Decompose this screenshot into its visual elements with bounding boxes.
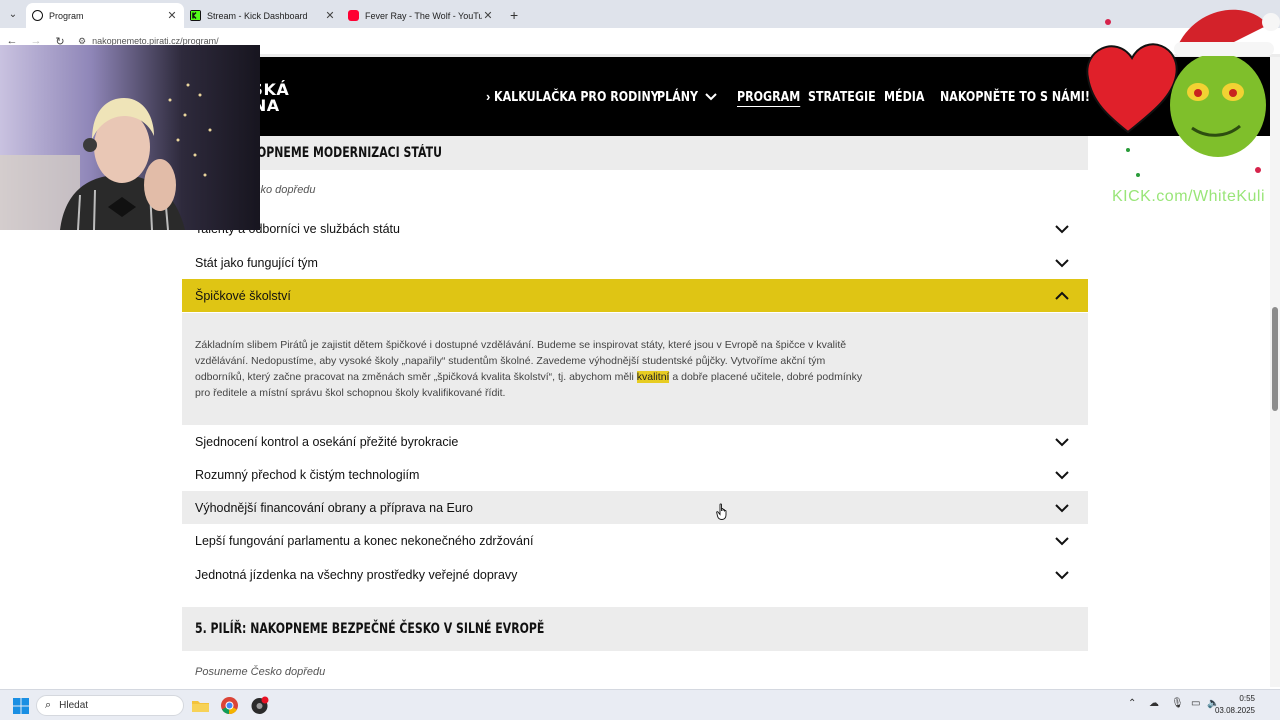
accordion-item-label: Špičkové školství: [195, 288, 291, 303]
tab-search-dropdown-icon[interactable]: ⌄: [0, 0, 26, 28]
accordion-item-team[interactable]: Stát jako fungující tým: [182, 246, 1088, 279]
panel-text-highlight: kvalitní: [636, 371, 670, 383]
section-5-title: 5. PILÍŘ: NAKOPNEME BEZPEČNÉ ČESKO V SIL…: [195, 621, 545, 637]
windows-start-icon[interactable]: [13, 698, 29, 714]
accordion-item-label: Rozumný přechod k čistým technologiím: [195, 467, 420, 482]
nav-plans[interactable]: PLÁNY: [657, 57, 717, 136]
chrome-icon[interactable]: [220, 696, 239, 715]
youtube-favicon-icon: [348, 10, 359, 21]
accordion-panel-text: Základním slibem Pirátů je zajistit děte…: [195, 337, 867, 401]
microphone-icon[interactable]: 🎙: [1171, 698, 1184, 709]
onedrive-cloud-icon[interactable]: ☁: [1149, 698, 1159, 709]
tab-youtube[interactable]: Fever Ray - The Wolf - YouTube ✕: [342, 3, 500, 28]
section-5-subtitle: Posuneme Česko dopředu: [195, 666, 326, 678]
nav-plans-label: PLÁNY: [657, 88, 699, 105]
section-4-title: OPNEME MODERNIZACI STÁTU: [257, 145, 442, 161]
accordion-item-label: Sjednocení kontrol a osekání přežité byr…: [195, 434, 459, 449]
taskbar-clock[interactable]: 0:55 03.08.2025: [1215, 693, 1255, 717]
nav-strategy-label: STRATEGIE: [808, 88, 876, 105]
webcam-overlay: [0, 45, 260, 230]
chevron-down-icon: [705, 92, 717, 100]
chevron-down-icon: [1055, 504, 1069, 513]
grinch-sticker-overlay: [1086, 9, 1280, 177]
page-scrollbar-thumb[interactable]: [1272, 307, 1278, 411]
close-tab-icon[interactable]: ✕: [482, 9, 494, 22]
tab-title: Stream - Kick Dashboard: [207, 10, 308, 21]
accordion-item-label: Jednotná jízdenka na všechny prostředky …: [195, 567, 518, 582]
search-icon: ⌕: [45, 699, 52, 711]
tab-title: Fever Ray - The Wolf - YouTube: [365, 10, 482, 21]
nav-program[interactable]: PROGRAM: [737, 57, 814, 136]
network-icon[interactable]: ▭: [1191, 698, 1200, 709]
file-explorer-icon[interactable]: [191, 696, 210, 715]
chevron-down-icon: [1055, 471, 1069, 480]
section-4-subtitle: sko dopředu: [255, 184, 316, 196]
chevron-down-icon: [1055, 225, 1069, 234]
tab-kick-dashboard[interactable]: Stream - Kick Dashboard ✕: [184, 3, 342, 28]
accordion-item-label: Výhodnější financování obrany a příprava…: [195, 500, 473, 515]
accordion-item-talents[interactable]: Talenty a odborníci ve službách státu: [182, 212, 1088, 245]
taskbar-search[interactable]: ⌕ Hledat: [36, 695, 184, 716]
accordion-item-parliament[interactable]: Lepší fungování parlamentu a konec nekon…: [182, 524, 1088, 557]
accordion-item-bureaucracy[interactable]: Sjednocení kontrol a osekání přežité byr…: [182, 425, 1088, 458]
chevron-down-icon: [1055, 438, 1069, 447]
accordion-item-defense-euro[interactable]: Výhodnější financování obrany a příprava…: [182, 491, 1088, 524]
taskbar-search-placeholder: Hledat: [59, 700, 89, 711]
chevron-down-icon: [1055, 571, 1069, 580]
nav-program-label: PROGRAM: [737, 88, 801, 105]
kick-channel-text: KICK.com/WhiteKuli: [1112, 188, 1266, 205]
accordion-item-label: Stát jako fungující tým: [195, 255, 318, 270]
kick-favicon-icon: [190, 10, 201, 21]
nav-media[interactable]: MÉDIA: [884, 57, 933, 136]
windows-taskbar: ⌕ Hledat ⌃ ☁ 🎙 ▭ 🔈 0:55 03.08.2025: [0, 689, 1280, 720]
accordion-item-education-open[interactable]: Špičkové školství: [182, 279, 1088, 312]
tab-program[interactable]: Program ✕: [26, 3, 184, 28]
section-5-header[interactable]: 5. PILÍŘ: NAKOPNEME BEZPEČNÉ ČESKO V SIL…: [182, 607, 1088, 651]
accordion-item-clean-tech[interactable]: Rozumný přechod k čistým technologiím: [182, 458, 1088, 491]
nav-strategy[interactable]: STRATEGIE: [808, 57, 890, 136]
chevron-up-icon: [1055, 291, 1069, 300]
chevron-down-icon: [1055, 537, 1069, 546]
pirate-favicon-icon: [32, 10, 43, 21]
clock-date: 03.08.2025: [1214, 706, 1255, 715]
clock-time: 0:55: [1239, 694, 1255, 703]
nav-media-label: MÉDIA: [884, 88, 925, 105]
new-tab-button[interactable]: +: [500, 7, 528, 28]
hand-cursor-icon: [716, 503, 727, 520]
nav-calculator-label: KALKULAČKA PRO RODINY: [494, 88, 660, 105]
chevron-right-icon: ›: [486, 89, 491, 104]
accordion-item-label: Lepší fungování parlamentu a konec nekon…: [195, 533, 534, 548]
accordion-panel-education: Základním slibem Pirátů je zajistit děte…: [182, 313, 1088, 425]
section-4-header[interactable]: OPNEME MODERNIZACI STÁTU: [182, 136, 1088, 170]
accordion-item-transport-ticket[interactable]: Jednotná jízdenka na všechny prostředky …: [182, 558, 1088, 591]
chevron-down-icon: [1055, 259, 1069, 268]
obs-app-icon[interactable]: [250, 696, 269, 715]
tab-title: Program: [49, 10, 84, 21]
webcam-feed: [0, 45, 260, 230]
close-tab-icon[interactable]: ✕: [324, 9, 336, 22]
tray-overflow-icon[interactable]: ⌃: [1128, 698, 1136, 709]
close-tab-icon[interactable]: ✕: [166, 9, 178, 22]
